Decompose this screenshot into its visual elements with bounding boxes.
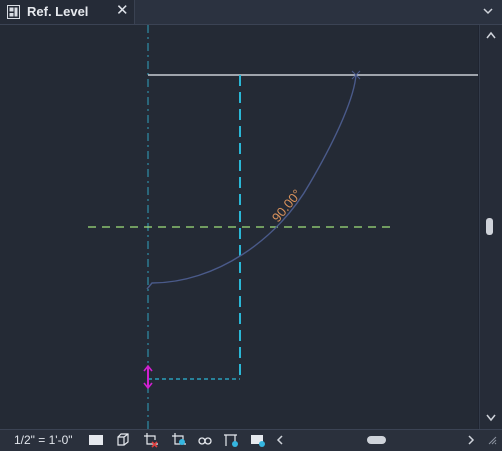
close-icon[interactable]: ✕ [116, 3, 129, 19]
view-icon [7, 5, 20, 19]
tab-ref-level[interactable]: Ref. Level ✕ [0, 0, 135, 24]
chevron-down-icon[interactable] [482, 5, 494, 17]
angle-arc[interactable] [146, 73, 357, 290]
temporary-hide-icon[interactable] [197, 432, 213, 448]
angle-dimension-label[interactable]: 90.00° [269, 186, 305, 225]
scroll-down-icon[interactable] [486, 414, 496, 422]
tab-title: Ref. Level [27, 4, 89, 19]
scroll-right-icon[interactable] [467, 435, 475, 445]
drawing-canvas[interactable]: 90.00° [0, 25, 478, 429]
resize-grip-icon[interactable] [488, 436, 497, 445]
reveal-hidden-icon[interactable] [223, 432, 239, 448]
drawing-svg: 90.00° [88, 25, 478, 429]
vertical-scroll-thumb[interactable] [486, 218, 493, 235]
scroll-up-icon[interactable] [486, 31, 496, 39]
scroll-left-icon[interactable] [276, 435, 284, 445]
view-scale[interactable]: 1/2" = 1'-0" [14, 433, 73, 447]
tab-bar: Ref. Level ✕ [0, 0, 502, 25]
detail-level-icon[interactable] [88, 432, 104, 448]
visual-style-icon[interactable] [115, 432, 131, 448]
view-control-bar: 1/2" = 1'-0" [0, 429, 502, 451]
crop-view-icon[interactable] [143, 432, 159, 448]
horizontal-scroll-thumb[interactable] [367, 436, 386, 444]
grip-handle[interactable] [143, 364, 153, 390]
vertical-scrollbar[interactable] [479, 25, 502, 429]
show-crop-region-icon[interactable] [171, 432, 187, 448]
analytical-model-icon[interactable] [250, 432, 266, 448]
